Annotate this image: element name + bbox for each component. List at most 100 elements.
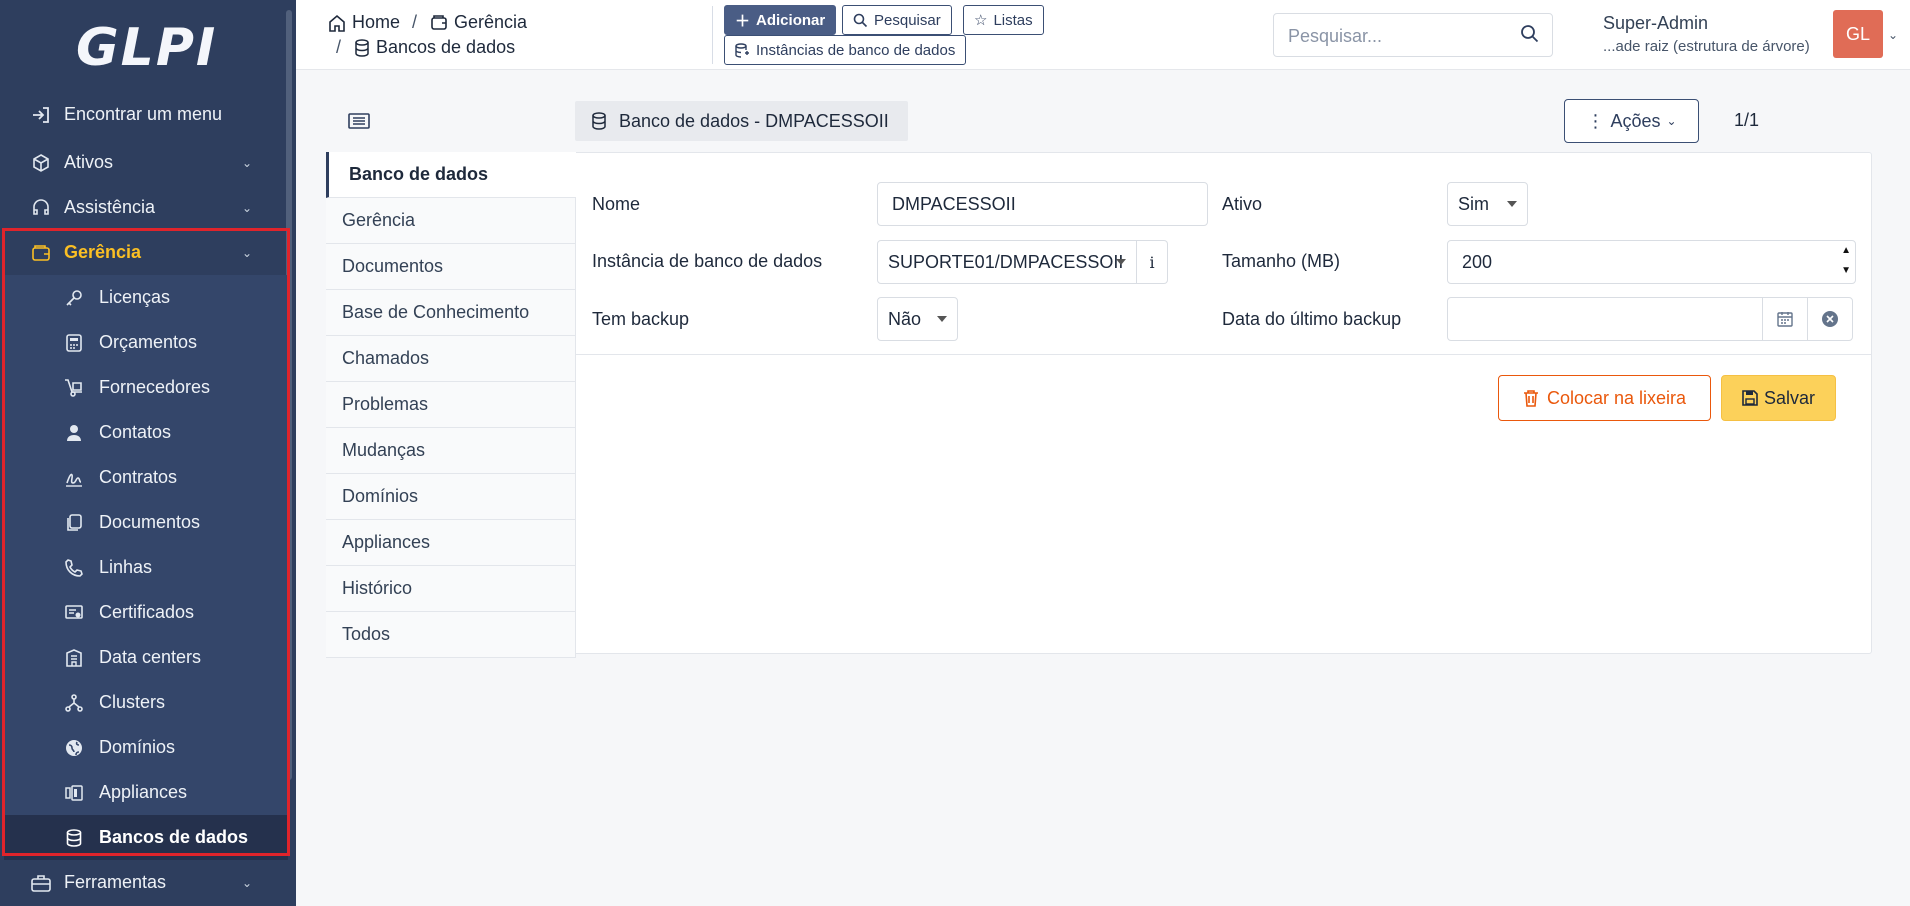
- form-divider: [576, 354, 1871, 355]
- item-title-label: Banco de dados - DMPACESSOII: [619, 110, 889, 131]
- lists-button[interactable]: ☆ Listas: [963, 5, 1044, 35]
- info-icon[interactable]: i: [1137, 240, 1168, 284]
- box-icon: [30, 152, 52, 174]
- trash-button[interactable]: Colocar na lixeira: [1498, 375, 1711, 421]
- instancia-select[interactable]: SUPORTE01/DMPACESSOII: [877, 240, 1137, 284]
- sidebar-item-documentos[interactable]: Documentos: [4, 500, 288, 545]
- tab-chamados[interactable]: Chamados: [326, 336, 576, 382]
- trash-button-label: Colocar na lixeira: [1546, 387, 1687, 408]
- chevron-down-icon[interactable]: ⌄: [1888, 28, 1898, 42]
- sidebar-item-label: Appliances: [99, 782, 188, 802]
- backup-value: Não: [888, 308, 922, 329]
- ativo-select[interactable]: Sim: [1447, 182, 1528, 226]
- avatar[interactable]: GL: [1833, 10, 1883, 58]
- actions-button[interactable]: ⋮ Ações ⌄: [1564, 99, 1699, 143]
- database-instances-label: Instâncias de banco de dados: [756, 41, 956, 59]
- tab-gerencia[interactable]: Gerência: [326, 198, 576, 244]
- calendar-icon[interactable]: [1762, 297, 1808, 341]
- sidebar-item-label: Data centers: [99, 647, 202, 667]
- toggle-tabs-icon[interactable]: [348, 112, 370, 130]
- sitemap-icon: [64, 693, 84, 713]
- sidebar-section-assistencia[interactable]: Assistência ⌄: [0, 185, 290, 230]
- wallet-icon: [30, 242, 52, 264]
- ativo-value: Sim: [1458, 193, 1489, 214]
- save-button[interactable]: Salvar: [1721, 375, 1836, 421]
- tab-todos[interactable]: Todos: [326, 612, 576, 658]
- tab-base-de-conhecimento[interactable]: Base de Conhecimento: [326, 290, 576, 336]
- breadcrumb-gerencia[interactable]: Gerência: [430, 12, 527, 33]
- tab-problemas[interactable]: Problemas: [326, 382, 576, 428]
- breadcrumb-home[interactable]: Home: [328, 12, 400, 33]
- search-input[interactable]: [1288, 24, 1508, 48]
- sidebar-item-data-centers[interactable]: Data centers: [4, 635, 288, 680]
- breadcrumb-bancos-de-dados[interactable]: Bancos de dados: [354, 37, 515, 58]
- global-search[interactable]: [1273, 13, 1553, 57]
- backup-select[interactable]: Não: [877, 297, 958, 341]
- sidebar-item-certificados[interactable]: Certificados: [4, 590, 288, 635]
- caret-down-icon: [1116, 259, 1126, 265]
- sidebar-item-appliances[interactable]: Appliances: [4, 770, 288, 815]
- spin-up-icon[interactable]: ▲: [1841, 245, 1851, 256]
- sidebar-section-ativos[interactable]: Ativos ⌄: [0, 140, 290, 185]
- tab-dominios[interactable]: Domínios: [326, 474, 576, 520]
- sidebar-item-label: Contratos: [99, 467, 178, 487]
- sidebar-item-licencas[interactable]: Licenças: [4, 275, 288, 320]
- wallet-icon: [430, 14, 448, 32]
- data-backup-label: Data do último backup: [1222, 309, 1402, 329]
- tab-mudancas[interactable]: Mudanças: [326, 428, 576, 474]
- lists-button-label: Listas: [993, 11, 1033, 29]
- chevron-down-icon: ⌄: [241, 200, 252, 215]
- sidebar-item-label: Licenças: [99, 287, 171, 307]
- tab-historico[interactable]: Histórico: [326, 566, 576, 612]
- breadcrumb-bancos-label: Bancos de dados: [376, 37, 516, 57]
- find-menu-label: Encontrar um menu: [64, 104, 223, 124]
- sidebar-item-contratos[interactable]: Contratos: [4, 455, 288, 500]
- arrow-right-to-bracket-icon: [30, 104, 52, 126]
- sidebar-item-fornecedores[interactable]: Fornecedores: [4, 365, 288, 410]
- save-button-label: Salvar: [1763, 387, 1816, 408]
- item-title: Banco de dados - DMPACESSOII: [575, 101, 908, 141]
- home-icon: [328, 14, 346, 32]
- nome-field[interactable]: DMPACESSOII: [877, 182, 1208, 226]
- add-button[interactable]: ＋ Adicionar: [724, 5, 837, 35]
- pager: 1/1: [1734, 110, 1760, 130]
- top-header: Home / Gerência / Bancos de dados ＋ Adic…: [296, 0, 1910, 70]
- search-button-label: Pesquisar: [874, 11, 941, 29]
- spin-down-icon[interactable]: ▼: [1841, 265, 1851, 276]
- breadcrumb-gerencia-label: Gerência: [454, 12, 528, 32]
- clear-icon[interactable]: [1807, 297, 1853, 341]
- tab-appliances[interactable]: Appliances: [326, 520, 576, 566]
- search-icon[interactable]: [1520, 24, 1540, 44]
- chevron-down-icon: ⌄: [241, 245, 252, 260]
- sidebar-section-ferramentas[interactable]: Ferramentas ⌄: [0, 860, 290, 905]
- caret-down-icon: [1507, 201, 1517, 207]
- files-icon: [64, 513, 84, 533]
- search-icon: [853, 13, 868, 28]
- cubes-icon: [64, 783, 84, 803]
- data-backup-field[interactable]: [1447, 297, 1763, 341]
- tab-documentos[interactable]: Documentos: [326, 244, 576, 290]
- sidebar-item-contatos[interactable]: Contatos: [4, 410, 288, 455]
- tamanho-field[interactable]: 200 ▲ ▼: [1447, 240, 1856, 284]
- tab-banco-de-dados[interactable]: Banco de dados: [326, 152, 576, 198]
- sidebar-section-gerencia[interactable]: Gerência ⌄: [0, 230, 290, 275]
- sidebar-item-label: Contatos: [99, 422, 172, 442]
- building-icon: [64, 648, 84, 668]
- instancia-value: SUPORTE01/DMPACESSOII: [888, 251, 1124, 272]
- sidebar-section-label: Ferramentas: [64, 872, 167, 892]
- chevron-down-icon: ⌄: [241, 155, 252, 170]
- glpi-logo[interactable]: GLPI: [76, 18, 217, 78]
- sidebar-item-label: Certificados: [99, 602, 195, 622]
- sidebar-item-linhas[interactable]: Linhas: [4, 545, 288, 590]
- search-button[interactable]: Pesquisar: [842, 5, 952, 35]
- sidebar-item-clusters[interactable]: Clusters: [4, 680, 288, 725]
- user-entity[interactable]: ...ade raiz (estrutura de árvore): [1603, 38, 1810, 55]
- sidebar-item-dominios[interactable]: Domínios: [4, 725, 288, 770]
- sidebar-item-orcamentos[interactable]: Orçamentos: [4, 320, 288, 365]
- database-instances-button[interactable]: Instâncias de banco de dados: [724, 35, 967, 65]
- user-name[interactable]: Super-Admin: [1603, 13, 1708, 34]
- tamanho-value: 200: [1462, 251, 1493, 272]
- sidebar: GLPI Encontrar um menu Ativos ⌄ Assistên…: [0, 0, 296, 906]
- find-menu-item[interactable]: Encontrar um menu: [0, 92, 290, 137]
- sidebar-item-bancos-de-dados[interactable]: Bancos de dados: [4, 815, 288, 860]
